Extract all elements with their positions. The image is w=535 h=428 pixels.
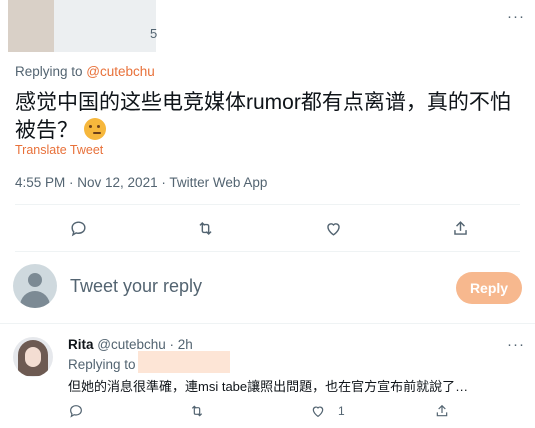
replying-prefix: Replying to [15,64,87,79]
handle-fragment: 5 [150,26,158,41]
thinking-face-icon [84,118,106,140]
tweet-metadata: 4:55 PM · Nov 12, 2021 · Twitter Web App [15,175,268,190]
share-icon[interactable] [448,216,472,240]
reply-replying-to: Replying to [68,357,136,372]
reply-icon[interactable] [66,216,90,240]
reply-author-avatar[interactable] [13,337,53,377]
tweet-text: 感觉中国的这些电竞媒体rumor都有点离谱，真的不怕被告？ [15,89,520,145]
replying-to: Replying to @cutebchu [15,64,155,79]
redacted-mention [138,351,230,373]
reply-like-button[interactable]: 1 [310,403,345,419]
blurred-username [54,0,156,52]
retweet-icon[interactable] [193,216,217,240]
more-options-icon[interactable]: ··· [507,8,525,25]
like-icon[interactable] [321,216,345,240]
reply-author[interactable]: Rita @cutebchu · 2h [68,337,193,352]
reply-button[interactable]: Reply [456,272,522,304]
reply-retweet-icon[interactable] [189,403,205,419]
divider [15,204,520,205]
user-avatar[interactable] [13,264,57,308]
mention-link[interactable]: @cutebchu [86,64,155,79]
reply-author-handle: @cutebchu · 2h [97,337,193,352]
tweet-reply-input[interactable] [70,276,440,297]
like-count: 1 [338,404,345,418]
reply-author-name[interactable]: Rita [68,337,94,352]
blurred-avatar [8,0,54,52]
reply-like-icon [312,406,324,418]
divider [0,323,535,324]
translate-link[interactable]: Translate Tweet [15,143,103,157]
reply-more-options-icon[interactable]: ··· [507,336,525,353]
reply-reply-icon[interactable] [68,403,84,419]
reply-text: 但她的消息很準確，連msi tabe讓照出問題，也在官方宣布前就說了… [68,379,469,394]
divider [15,251,520,252]
reply-share-icon[interactable] [434,403,450,419]
